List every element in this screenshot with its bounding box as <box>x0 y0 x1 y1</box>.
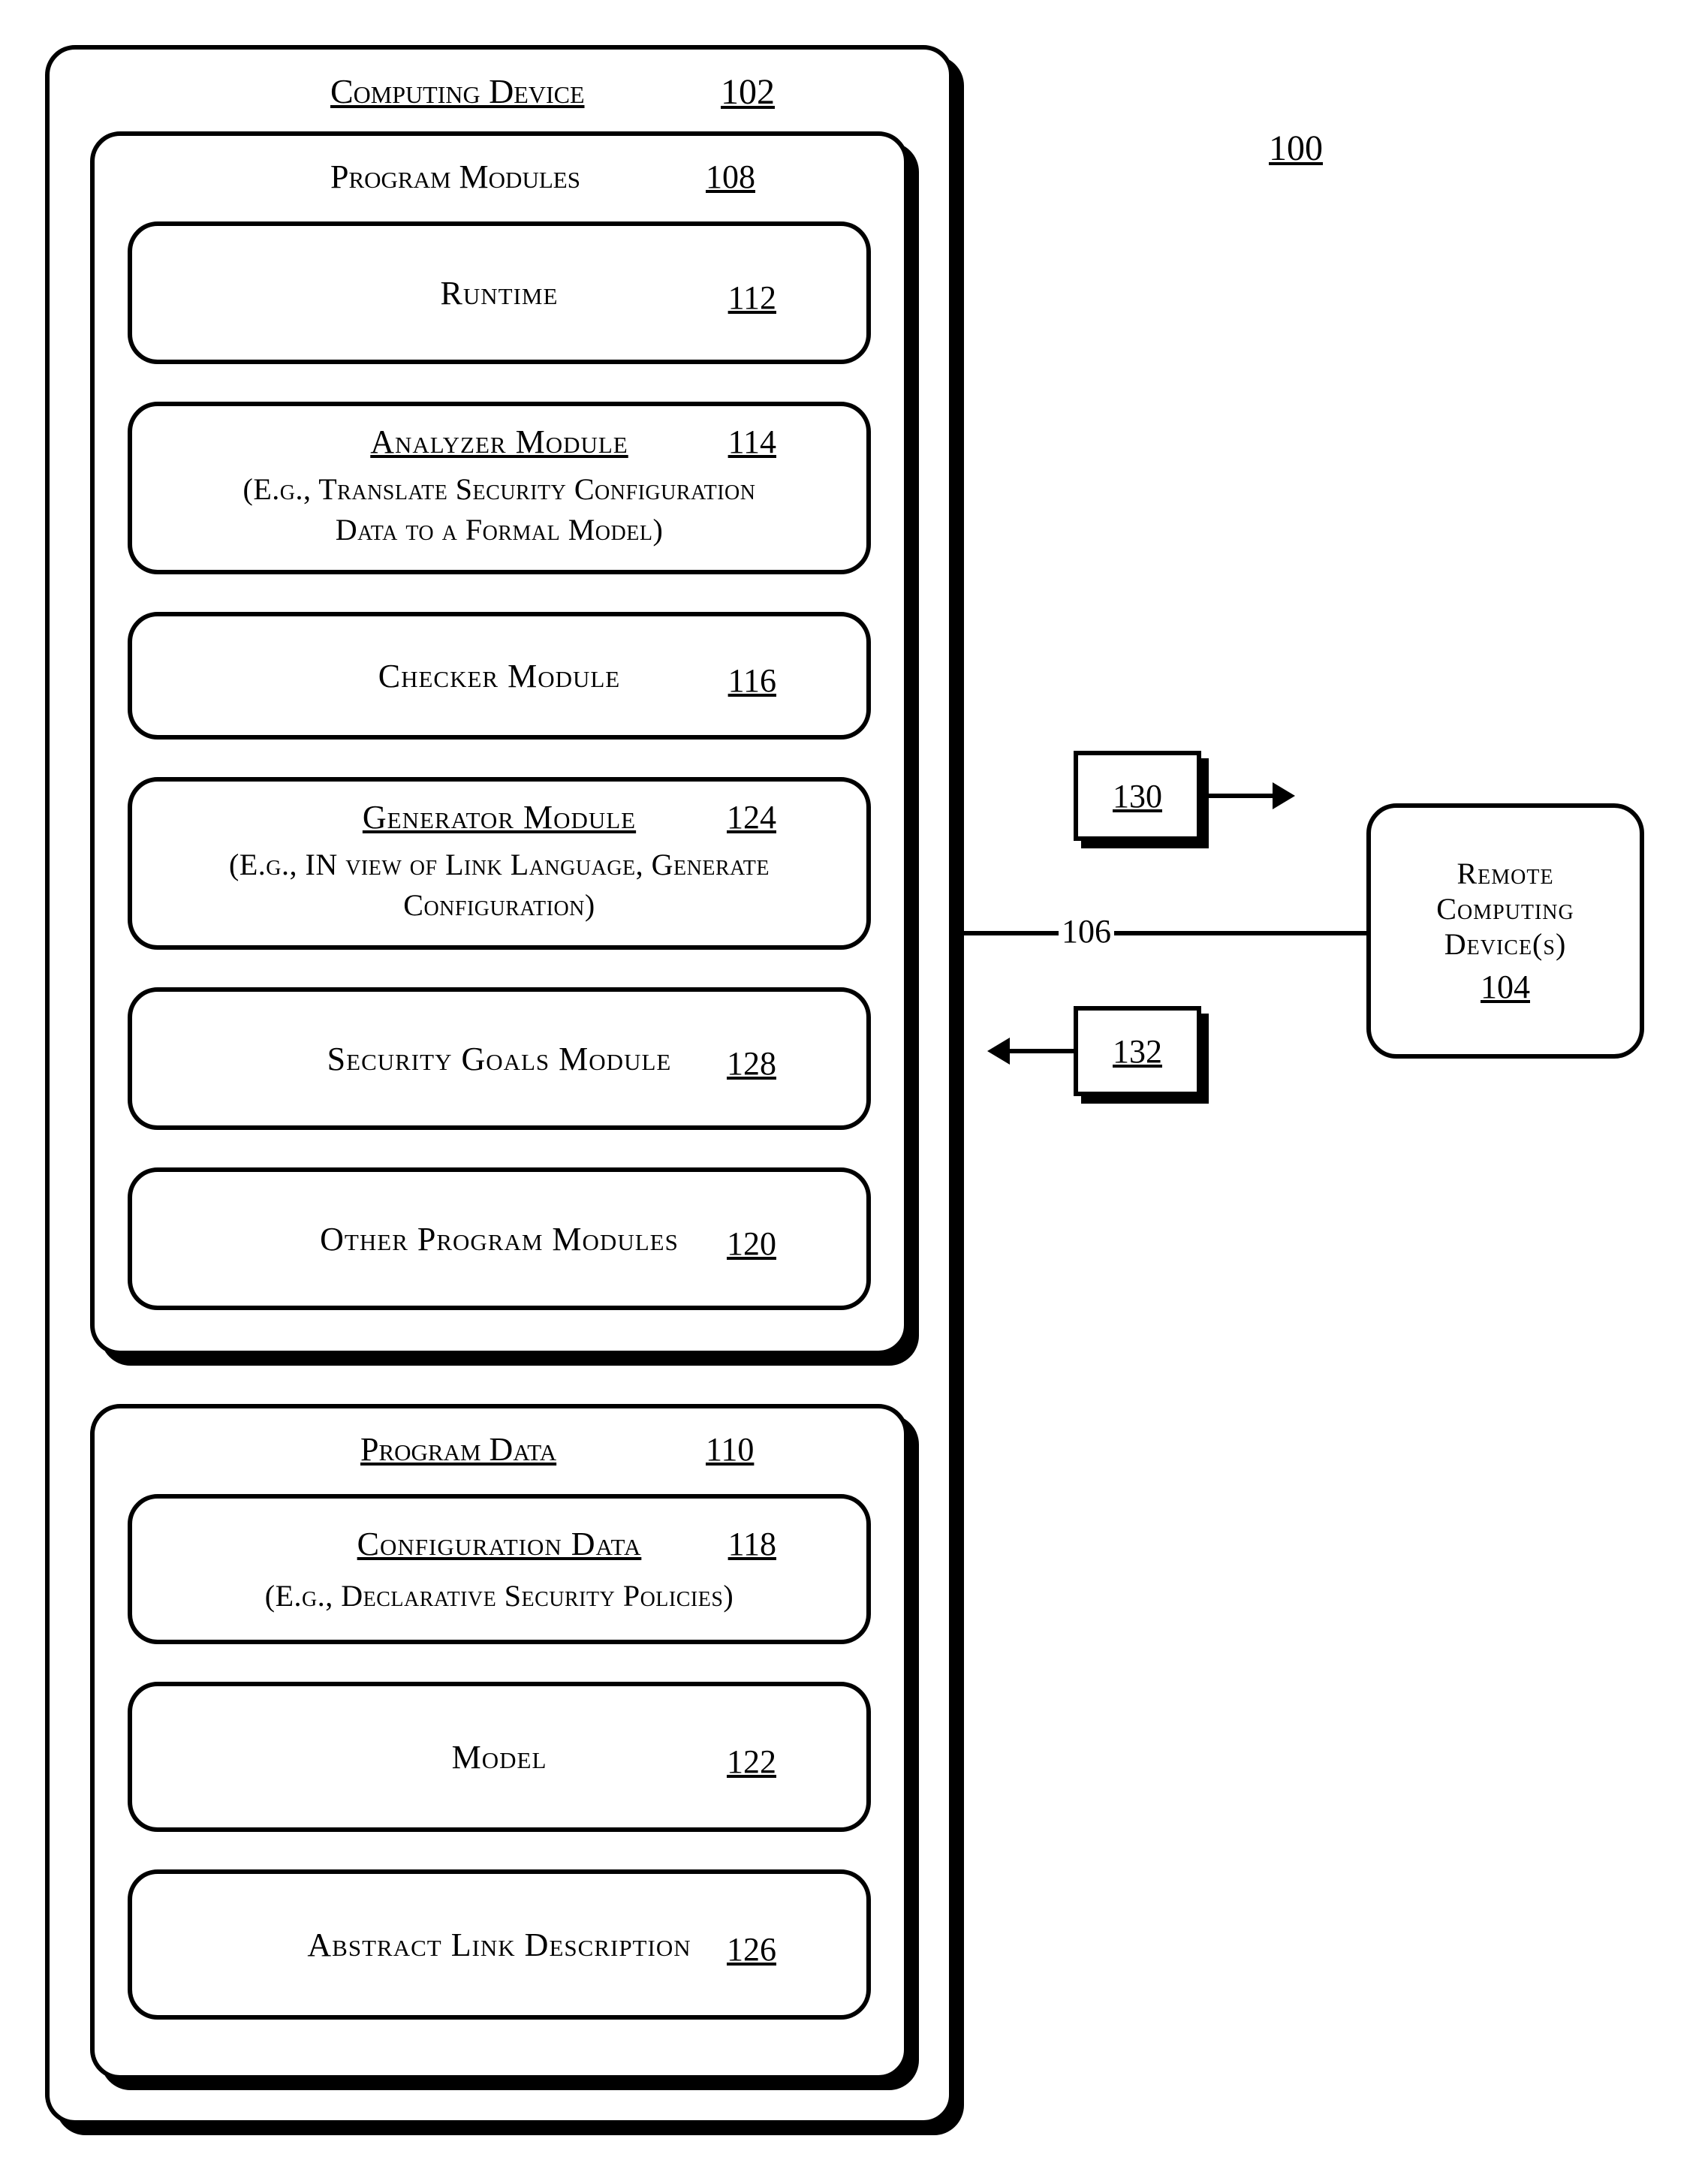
generator-ref: 124 <box>727 798 776 836</box>
security-goals-box: Security Goals Module 128 <box>128 987 871 1130</box>
checker-title: Checker Module <box>378 657 621 695</box>
connection-ref: 106 <box>1059 912 1114 950</box>
other-modules-box: Other Program Modules 120 <box>128 1167 871 1310</box>
remote-line3: Device(s) <box>1444 926 1567 962</box>
config-data-title: Configuration Data <box>357 1526 642 1562</box>
config-data-box: Configuration Data 118 (E.g., Declarativ… <box>128 1494 871 1644</box>
other-modules-title: Other Program Modules <box>320 1220 679 1258</box>
computing-device-title: Computing Device <box>330 71 585 111</box>
msg-in-arrow-line <box>1006 1049 1074 1053</box>
security-goals-ref: 128 <box>727 1044 776 1083</box>
generator-sub1: (E.g., IN view of Link Language, Generat… <box>132 846 866 884</box>
connection-line <box>964 931 1366 935</box>
config-data-sub: (E.g., Declarative Security Policies) <box>132 1577 866 1615</box>
analyzer-box: Analyzer Module 114 (E.g., Translate Sec… <box>128 402 871 574</box>
msg-out-box: 130 <box>1074 751 1201 841</box>
abstract-link-ref: 126 <box>727 1930 776 1969</box>
model-ref: 122 <box>727 1743 776 1781</box>
diagram-canvas: 100 Computing Device 102 Program Modules… <box>30 30 1678 2142</box>
generator-sub2: Configuration) <box>132 887 866 924</box>
runtime-title: Runtime <box>441 274 559 312</box>
analyzer-sub1: (E.g., Translate Security Configuration <box>132 471 866 508</box>
figure-ref: 100 <box>1269 128 1323 169</box>
config-data-ref: 118 <box>728 1525 776 1563</box>
msg-in-arrow-head <box>987 1038 1010 1065</box>
model-title: Model <box>452 1738 547 1776</box>
runtime-box: Runtime 112 <box>128 221 871 364</box>
checker-ref: 116 <box>728 661 776 700</box>
msg-out-arrow-line <box>1209 794 1276 798</box>
security-goals-title: Security Goals Module <box>327 1040 672 1078</box>
program-data-title: Program Data <box>360 1430 556 1469</box>
runtime-ref: 112 <box>728 279 776 317</box>
model-box: Model 122 <box>128 1682 871 1832</box>
msg-out-arrow-head <box>1273 782 1295 809</box>
abstract-link-box: Abstract Link Description 126 <box>128 1869 871 2020</box>
analyzer-title: Analyzer Module <box>370 423 628 460</box>
analyzer-sub2: Data to a Formal Model) <box>132 511 866 549</box>
program-data-ref: 110 <box>706 1430 754 1469</box>
remote-box: Remote Computing Device(s) 104 <box>1366 803 1644 1059</box>
remote-line2: Computing <box>1436 891 1574 926</box>
generator-title: Generator Module <box>363 799 636 836</box>
remote-line1: Remote <box>1456 856 1553 891</box>
generator-box: Generator Module 124 (E.g., IN view of L… <box>128 777 871 950</box>
abstract-link-title: Abstract Link Description <box>307 1926 691 1964</box>
msg-in-ref: 132 <box>1113 1032 1162 1071</box>
checker-box: Checker Module 116 <box>128 612 871 740</box>
other-modules-ref: 120 <box>727 1225 776 1263</box>
program-modules-title: Program Modules <box>330 158 580 196</box>
remote-ref: 104 <box>1481 968 1530 1006</box>
msg-out-ref: 130 <box>1113 777 1162 815</box>
analyzer-ref: 114 <box>728 423 776 461</box>
program-modules-ref: 108 <box>706 158 755 196</box>
computing-device-ref: 102 <box>721 71 775 113</box>
msg-in-box: 132 <box>1074 1006 1201 1096</box>
